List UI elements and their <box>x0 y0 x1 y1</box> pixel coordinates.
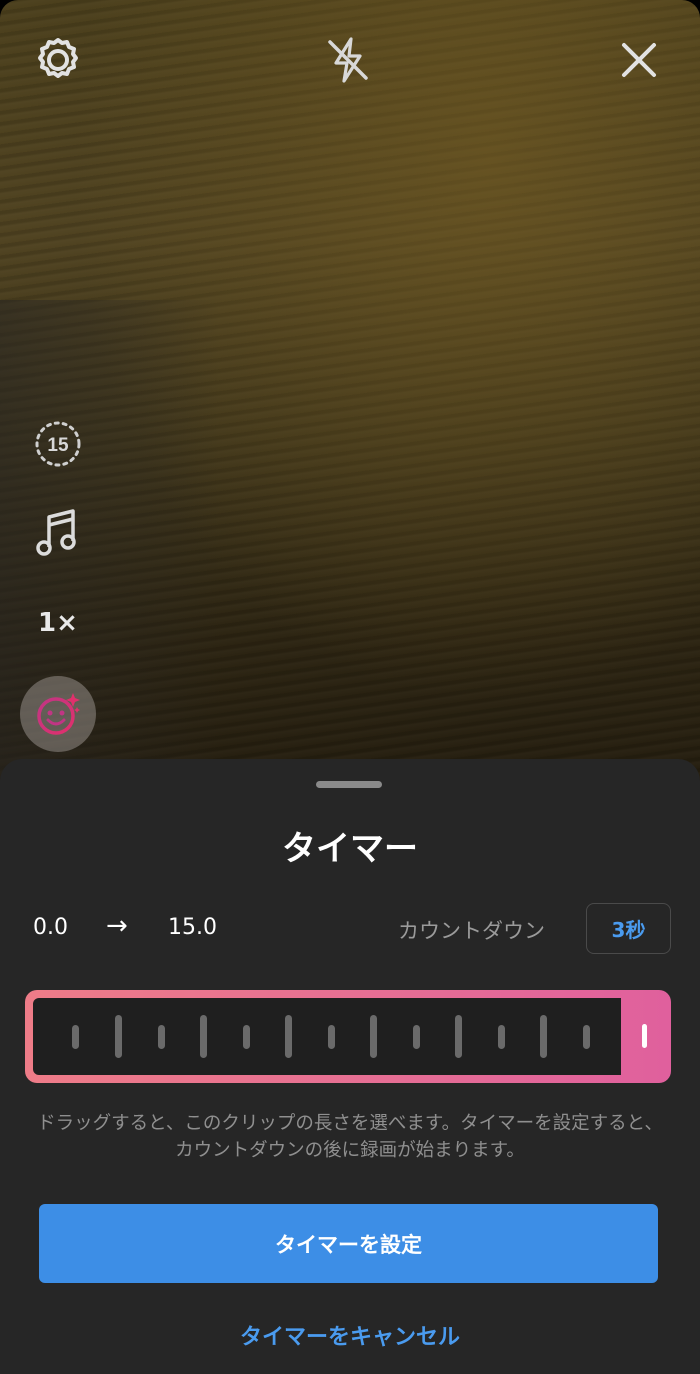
set-timer-label: タイマーを設定 <box>275 1232 422 1257</box>
camera-preview: 15 1× <box>0 0 700 800</box>
trimmer-tick <box>413 1025 420 1049</box>
trimmer-hint: ドラッグすると、このクリップの長さを選べます。タイマーを設定すると、カウントダウ… <box>37 1113 663 1161</box>
range-start: 0.0 <box>33 915 68 940</box>
close-button[interactable] <box>614 35 664 85</box>
trimmer-tick <box>498 1025 505 1049</box>
trimmer-tick <box>243 1025 250 1049</box>
range-arrow: → <box>106 911 128 941</box>
settings-button[interactable] <box>33 35 83 85</box>
trimmer-tick <box>540 1015 547 1058</box>
settings-icon <box>38 38 78 78</box>
sheet-title: タイマー <box>282 829 418 869</box>
trimmer-tick <box>72 1025 79 1049</box>
trimmer-track <box>33 998 621 1075</box>
trimmer-tick <box>200 1015 207 1058</box>
trimmer-tick <box>158 1025 165 1049</box>
cancel-timer-button[interactable]: タイマーをキャンセル <box>0 1319 700 1351</box>
trimmer-tick <box>370 1015 377 1058</box>
trimmer-tick <box>328 1025 335 1049</box>
music-icon <box>36 509 76 556</box>
speed-label: 1× <box>38 608 78 638</box>
clip-trimmer[interactable] <box>25 990 671 1083</box>
duration-button[interactable]: 15 <box>30 416 86 472</box>
music-button[interactable] <box>30 505 86 561</box>
sheet-grabber[interactable] <box>316 781 382 788</box>
close-icon <box>622 43 656 77</box>
effects-icon <box>37 693 80 735</box>
flash-off-icon <box>328 37 368 83</box>
speed-button[interactable]: 1× <box>30 598 86 648</box>
flash-button[interactable] <box>323 35 373 85</box>
trimmer-tick <box>455 1015 462 1058</box>
trimmer-end-handle[interactable] <box>642 1024 647 1048</box>
trimmer-tick <box>583 1025 590 1049</box>
trimmer-tick <box>115 1015 122 1058</box>
countdown-label: カウントダウン <box>398 919 545 943</box>
timer-sheet: タイマー 0.0 → 15.0 カウントダウン 3秒 ドラッグすると、このクリッ… <box>0 759 700 1374</box>
countdown-button[interactable]: 3秒 <box>586 903 671 954</box>
effects-button[interactable] <box>20 676 96 752</box>
duration-value: 15 <box>47 435 69 456</box>
countdown-value: 3秒 <box>611 918 646 942</box>
range-end: 15.0 <box>168 915 217 940</box>
duration-icon: 15 <box>35 421 81 467</box>
set-timer-button[interactable]: タイマーを設定 <box>39 1204 658 1283</box>
trimmer-tick <box>285 1015 292 1058</box>
